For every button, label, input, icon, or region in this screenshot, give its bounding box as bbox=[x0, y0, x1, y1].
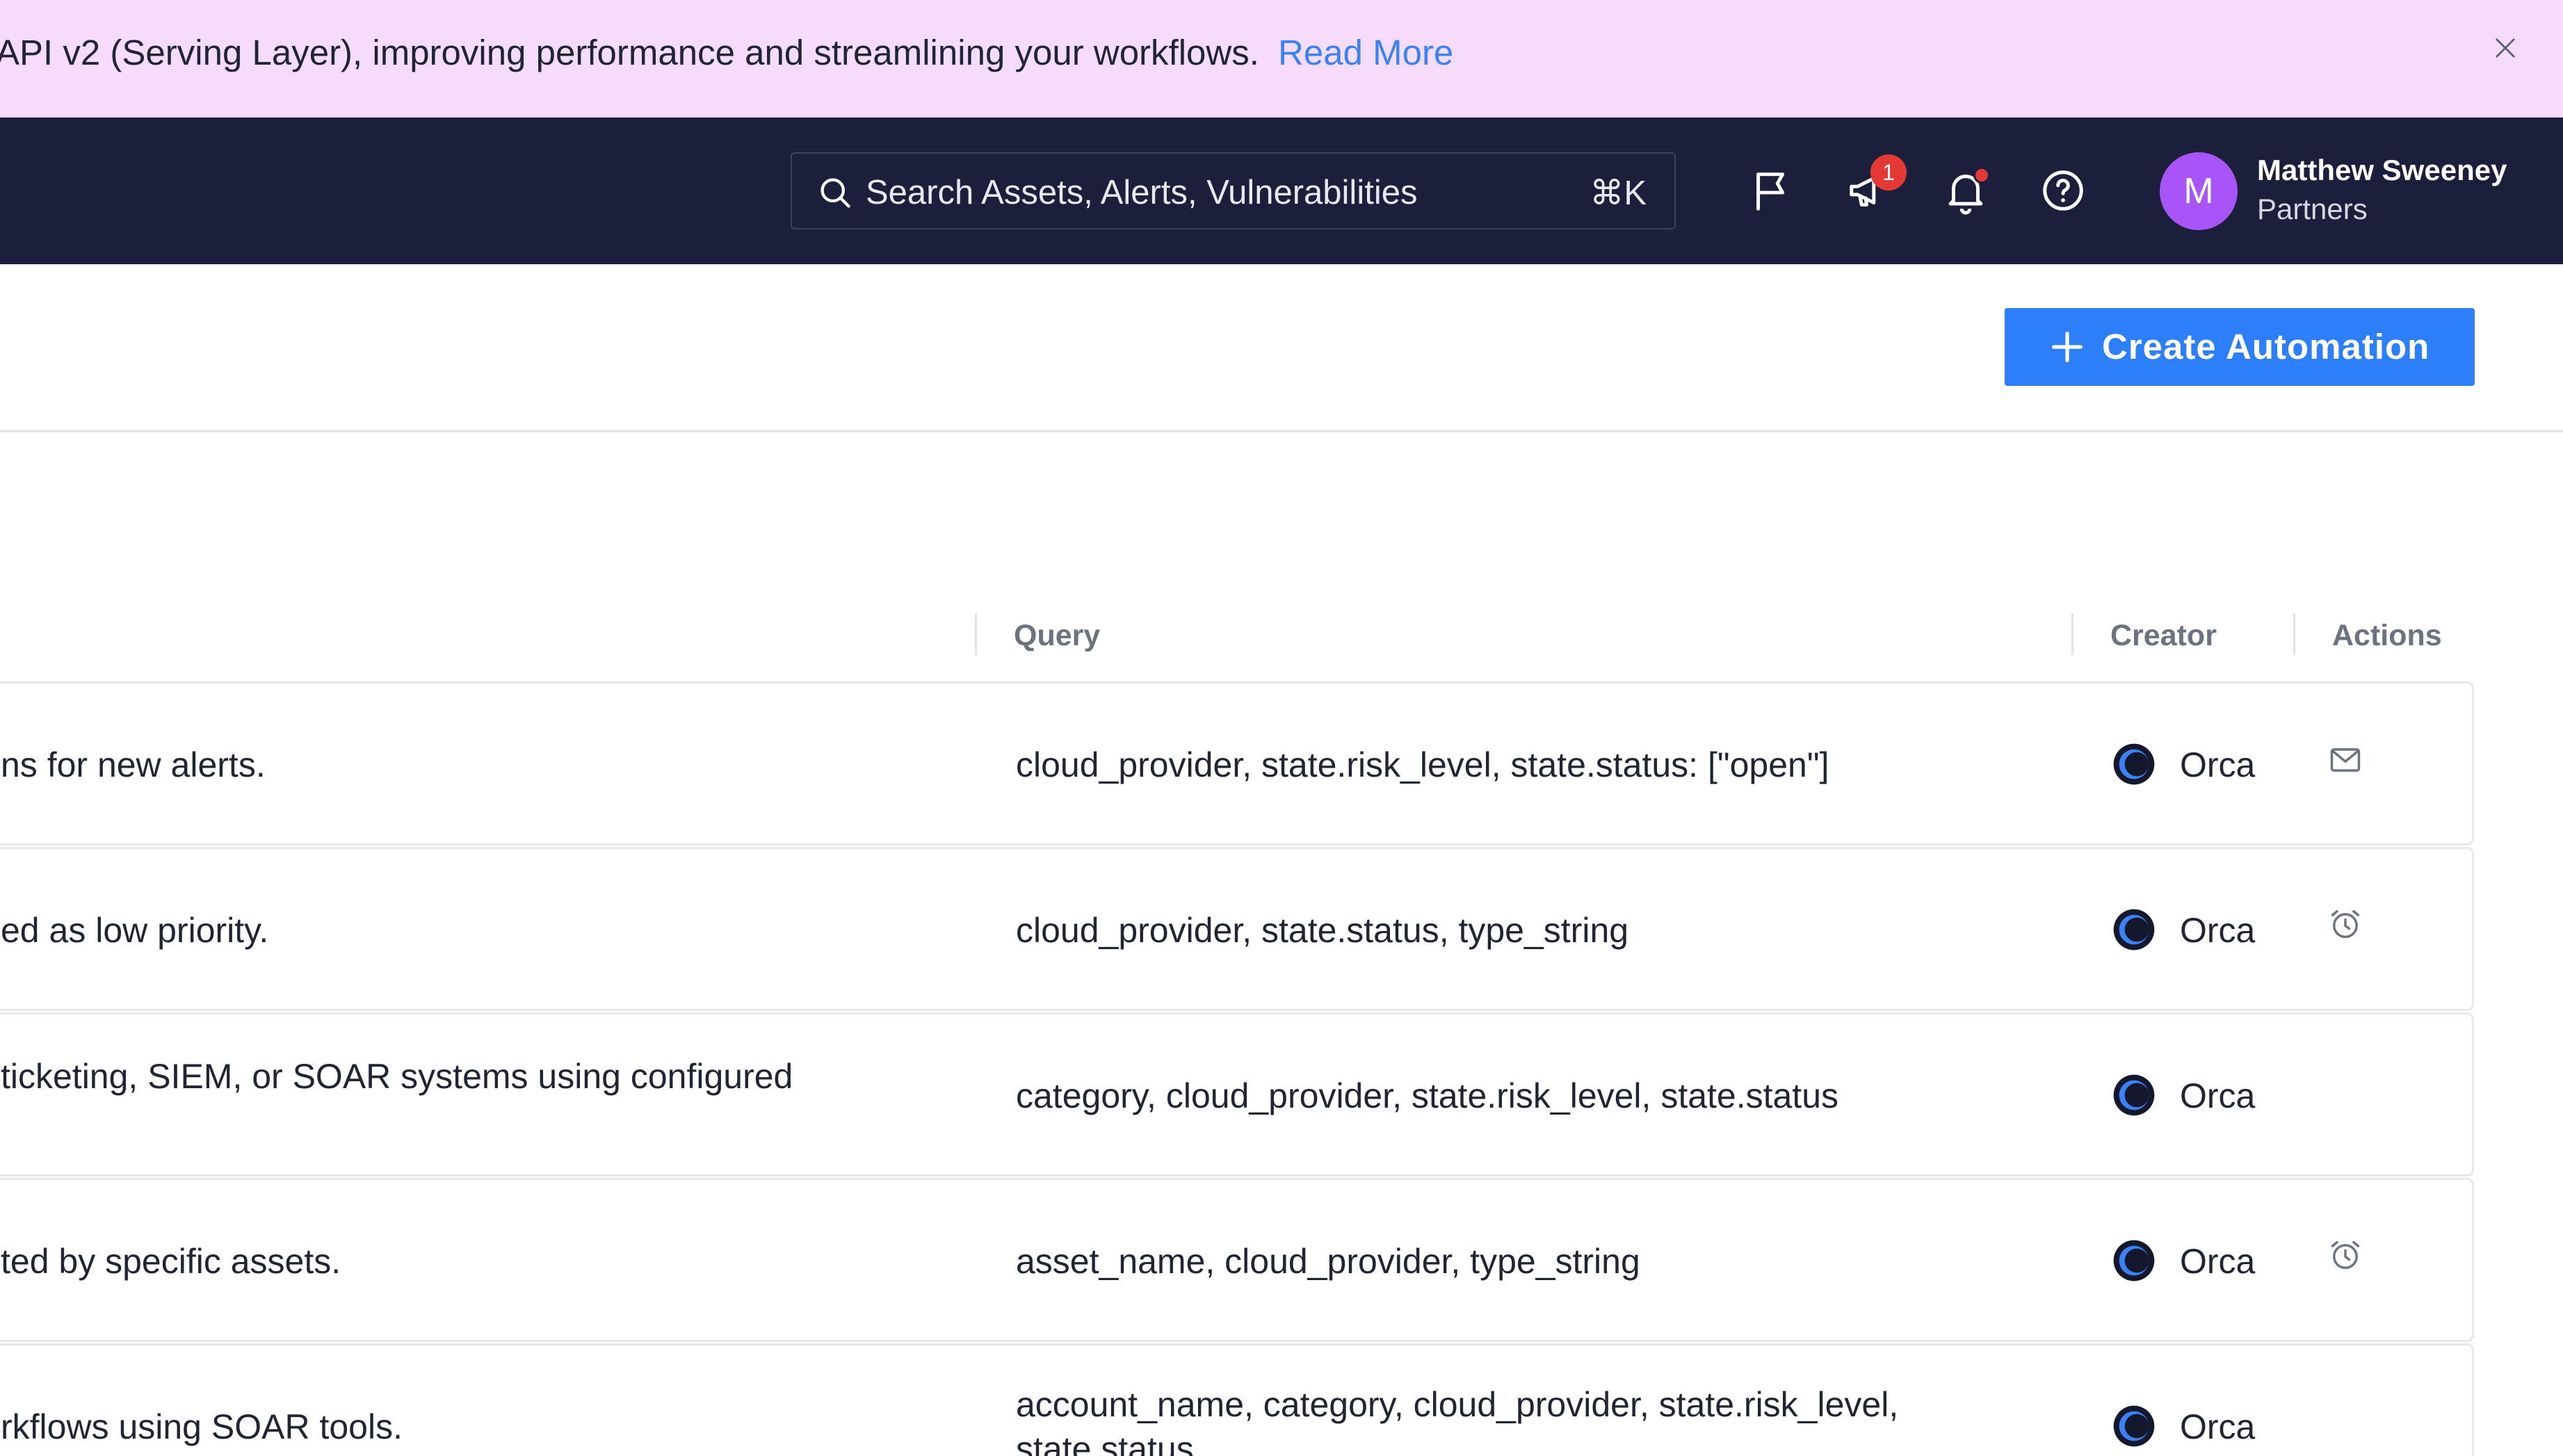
row-query: asset_name, cloud_provider, type_string bbox=[1016, 1242, 1640, 1281]
header-divider bbox=[0, 430, 2563, 432]
table-row[interactable]: ticketing, SIEM, or SOAR systems using c… bbox=[0, 1012, 2474, 1176]
orca-logo-icon bbox=[2113, 1405, 2155, 1447]
alarm-clock-icon[interactable] bbox=[2327, 1237, 2363, 1273]
banner-text: API v2 (Serving Layer), improving perfor… bbox=[0, 33, 1259, 72]
row-creator: Orca bbox=[2180, 1407, 2256, 1446]
row-description: ed as low priority. bbox=[1, 911, 269, 950]
column-header-creator[interactable]: Creator bbox=[2110, 619, 2217, 653]
flag-icon[interactable] bbox=[1748, 166, 1797, 215]
top-navigation-bar: Search Assets, Alerts, Vulnerabilities ⌘… bbox=[0, 118, 2563, 264]
row-description: rkflows using SOAR tools. bbox=[1, 1407, 403, 1446]
notifications-badge: 1 bbox=[1870, 154, 1907, 191]
orca-logo-icon bbox=[2113, 743, 2155, 785]
row-description: ticketing, SIEM, or SOAR systems using c… bbox=[1, 1057, 793, 1096]
create-automation-label: Create Automation bbox=[2102, 327, 2430, 366]
search-icon bbox=[820, 178, 850, 208]
create-automation-button[interactable]: Create Automation bbox=[2005, 308, 2475, 386]
table-row[interactable]: rkflows using SOAR tools. account_name, … bbox=[0, 1343, 2474, 1456]
search-input[interactable]: Search Assets, Alerts, Vulnerabilities ⌘… bbox=[791, 152, 1676, 229]
table-row[interactable]: ns for new alerts. cloud_provider, state… bbox=[0, 681, 2474, 846]
row-description: ns for new alerts. bbox=[1, 745, 266, 784]
orca-logo-icon bbox=[2113, 909, 2155, 951]
row-creator: Orca bbox=[2180, 745, 2256, 784]
row-query: category, cloud_provider, state.risk_lev… bbox=[1016, 1076, 1839, 1115]
close-icon[interactable] bbox=[2491, 33, 2520, 63]
table-row[interactable]: ted by specific assets. asset_name, clou… bbox=[0, 1178, 2474, 1342]
column-header-query[interactable]: Query bbox=[1014, 619, 1100, 653]
row-query: cloud_provider, state.status, type_strin… bbox=[1016, 911, 1629, 950]
avatar[interactable]: M bbox=[2160, 152, 2238, 230]
bell-unread-dot bbox=[1973, 167, 1990, 184]
alarm-clock-icon[interactable] bbox=[2327, 906, 2363, 942]
column-separator bbox=[2071, 613, 2073, 655]
row-query-continued: state.status bbox=[1016, 1430, 1194, 1456]
column-separator bbox=[2293, 613, 2295, 655]
user-name: Matthew Sweeney bbox=[2257, 154, 2507, 186]
help-icon[interactable] bbox=[2039, 166, 2087, 215]
row-description: ted by specific assets. bbox=[1, 1242, 341, 1281]
row-creator: Orca bbox=[2180, 1076, 2256, 1115]
row-query: account_name, category, cloud_provider, … bbox=[1016, 1385, 1899, 1424]
orca-logo-icon bbox=[2113, 1240, 2155, 1281]
mail-icon[interactable] bbox=[2327, 742, 2363, 778]
read-more-link[interactable]: Read More bbox=[1278, 32, 1453, 73]
user-org: Partners bbox=[2257, 193, 2368, 225]
row-query: cloud_provider, state.risk_level, state.… bbox=[1016, 745, 1829, 784]
column-header-actions: Actions bbox=[2332, 619, 2442, 652]
row-creator: Orca bbox=[2180, 1242, 2256, 1281]
announcement-banner: API v2 (Serving Layer), improving perfor… bbox=[0, 0, 2563, 118]
column-separator bbox=[975, 613, 977, 655]
search-shortcut: ⌘K bbox=[1590, 175, 1647, 212]
orca-logo-icon bbox=[2113, 1074, 2155, 1116]
plus-icon bbox=[2051, 331, 2083, 363]
table-row[interactable]: ed as low priority. cloud_provider, stat… bbox=[0, 847, 2474, 1011]
row-creator: Orca bbox=[2180, 911, 2256, 950]
search-placeholder: Search Assets, Alerts, Vulnerabilities bbox=[866, 174, 1418, 211]
